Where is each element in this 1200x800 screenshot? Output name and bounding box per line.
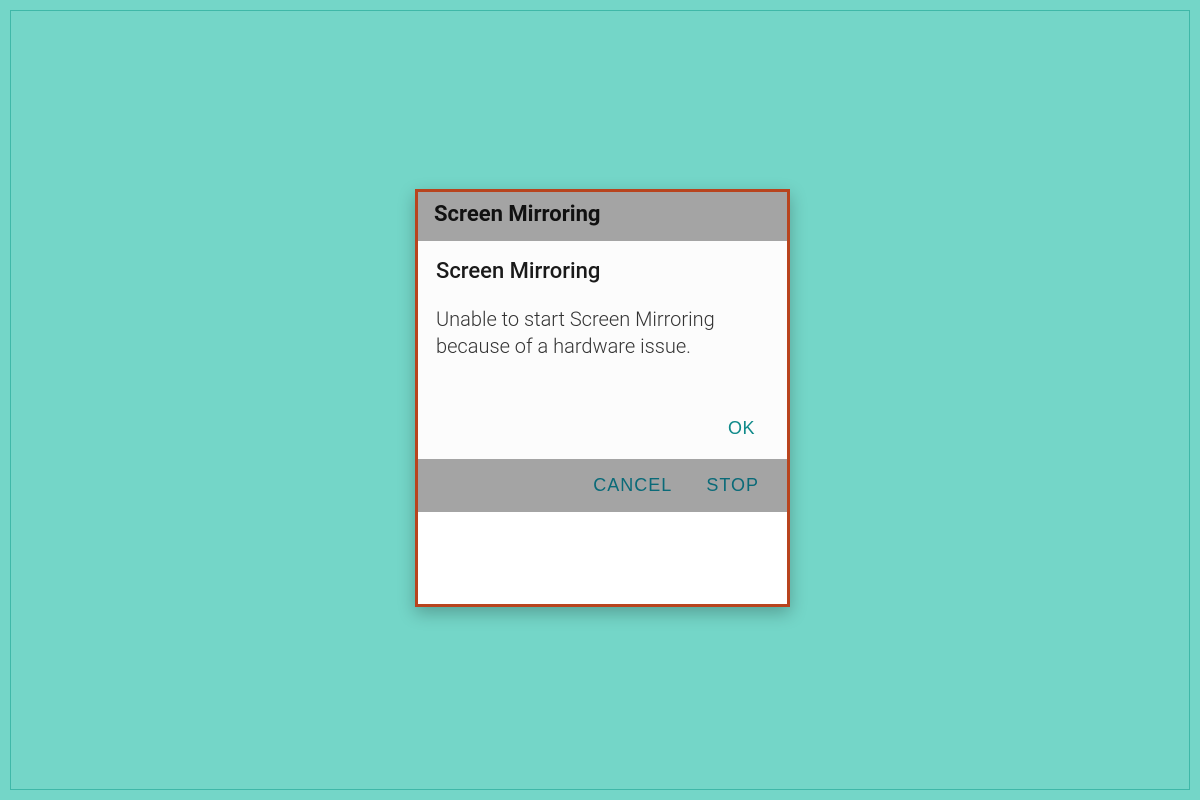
alert-message: Unable to start Screen Mirroring because… <box>436 306 769 360</box>
alert-actions: OK <box>436 418 769 445</box>
alert-title: Screen Mirroring <box>436 259 769 284</box>
dialog-header-title: Screen Mirroring <box>434 202 771 227</box>
stop-button[interactable]: STOP <box>706 475 759 496</box>
screen-mirroring-dialog: Screen Mirroring Screen Mirroring Unable… <box>415 189 790 607</box>
alert-body: Screen Mirroring Unable to start Screen … <box>418 241 787 459</box>
dialog-header: Screen Mirroring <box>418 192 787 241</box>
dialog-footer: CANCEL STOP <box>418 459 787 512</box>
cancel-button[interactable]: CANCEL <box>593 475 672 496</box>
ok-button[interactable]: OK <box>728 418 755 439</box>
